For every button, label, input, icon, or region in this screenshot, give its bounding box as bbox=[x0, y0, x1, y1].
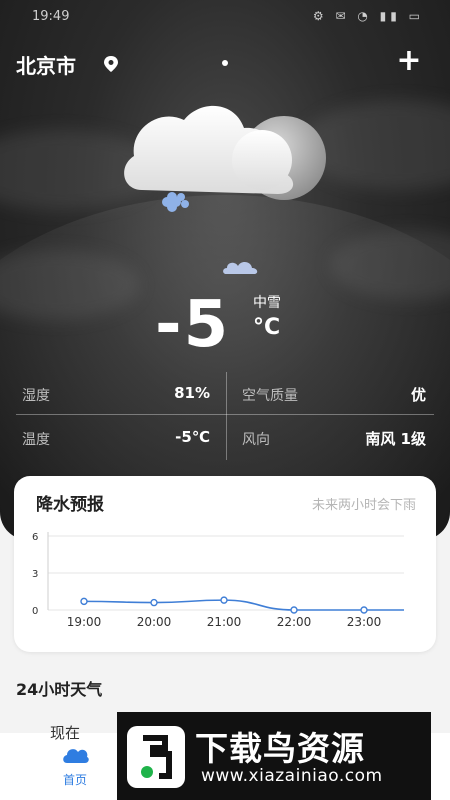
data-point bbox=[220, 596, 228, 604]
data-point bbox=[290, 606, 298, 614]
x-tick-label: 20:00 bbox=[137, 615, 172, 629]
tab-home[interactable]: 首页 bbox=[40, 745, 110, 788]
banner-url: www.xiazainiao.com bbox=[201, 766, 383, 786]
stat-label: 温度 bbox=[22, 432, 50, 448]
current-temperature: -5 bbox=[155, 288, 231, 362]
add-city-button[interactable]: + bbox=[394, 46, 424, 76]
weather-stats: 湿度 81% 空气质量 优 温度 -5℃ 风向 南风 1级 bbox=[0, 372, 450, 462]
watermark-banner: 下载鸟资源 www.xiazainiao.com bbox=[117, 712, 431, 800]
y-tick-label: 6 bbox=[32, 532, 38, 543]
stat-value: 优 bbox=[410, 386, 426, 404]
home-cloud-icon bbox=[63, 749, 89, 763]
bird-logo-icon bbox=[127, 726, 185, 788]
temperature-unit: °C bbox=[253, 315, 281, 340]
banner-title: 下载鸟资源 bbox=[195, 729, 365, 768]
data-point bbox=[80, 597, 88, 606]
precipitation-chart: 6 3 0 19:00 20:00 21:00 22:00 23:00 bbox=[32, 532, 404, 629]
stats-divider-horizontal bbox=[16, 414, 434, 415]
y-tick-label: 3 bbox=[32, 569, 38, 580]
data-point bbox=[360, 606, 368, 614]
data-point bbox=[150, 598, 158, 607]
stat-value: -5℃ bbox=[175, 428, 210, 446]
stats-row: 湿度 81% 空气质量 优 bbox=[0, 372, 450, 416]
hourly-section-title: 24小时天气 bbox=[16, 680, 103, 699]
stat-value: 南风 1级 bbox=[365, 430, 426, 448]
stat-value: 81% bbox=[174, 384, 210, 402]
snow-cloud-icon bbox=[124, 105, 326, 212]
location-pin-icon[interactable] bbox=[103, 55, 119, 73]
weather-condition: 中雪 bbox=[253, 295, 281, 311]
x-tick-label: 23:00 bbox=[347, 615, 382, 629]
weather-hero: 19:49 ⚙ ✉ ◔ ▮▮ ▭ 北京市 + -5 中雪 °C 湿度 81% 空… bbox=[0, 0, 450, 540]
series-line bbox=[83, 599, 404, 611]
page-indicator-dot bbox=[222, 60, 228, 66]
stat-label: 空气质量 bbox=[242, 388, 298, 404]
status-bar: 19:49 ⚙ ✉ ◔ ▮▮ ▭ bbox=[0, 0, 450, 34]
city-name[interactable]: 北京市 bbox=[16, 50, 76, 79]
stat-label: 湿度 bbox=[22, 388, 50, 404]
tab-home-label: 首页 bbox=[62, 773, 87, 787]
x-tick-label: 19:00 bbox=[67, 615, 102, 629]
y-tick-label: 0 bbox=[32, 606, 38, 617]
small-snow-icon bbox=[223, 262, 258, 274]
hourly-now-label: 现在 bbox=[50, 724, 81, 742]
status-time: 19:49 bbox=[32, 9, 70, 24]
stats-row: 温度 -5℃ 风向 南风 1级 bbox=[0, 416, 450, 460]
precipitation-card: 降水预报 未来两小时会下雨 6 3 0 19:00 20:00 21:00 22:00 23:… bbox=[14, 476, 436, 652]
x-tick-label: 21:00 bbox=[207, 615, 242, 629]
stat-label: 风向 bbox=[242, 432, 270, 448]
x-tick-label: 22:00 bbox=[277, 615, 312, 629]
status-icons: ⚙ ✉ ◔ ▮▮ ▭ bbox=[312, 9, 424, 23]
